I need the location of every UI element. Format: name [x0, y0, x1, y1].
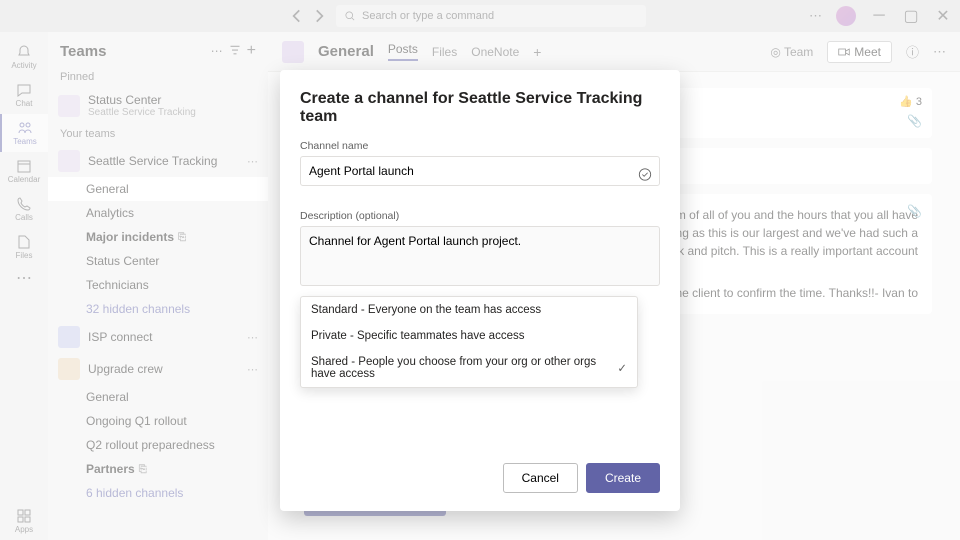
- check-icon: [638, 168, 652, 187]
- channel-type-dropdown: Standard - Everyone on the team has acce…: [300, 296, 638, 388]
- name-label: Channel name: [300, 140, 660, 152]
- description-input[interactable]: [300, 226, 660, 286]
- check-icon: ✓: [617, 361, 627, 375]
- cancel-button[interactable]: Cancel: [503, 463, 578, 493]
- channel-name-input[interactable]: [300, 156, 660, 186]
- create-button[interactable]: Create: [586, 463, 660, 493]
- desc-label: Description (optional): [300, 210, 660, 222]
- option-shared[interactable]: Shared - People you choose from your org…: [301, 349, 637, 387]
- create-channel-modal: Create a channel for Seattle Service Tra…: [280, 70, 680, 511]
- modal-title: Create a channel for Seattle Service Tra…: [300, 90, 660, 126]
- option-private[interactable]: Private - Specific teammates have access: [301, 323, 637, 349]
- option-standard[interactable]: Standard - Everyone on the team has acce…: [301, 297, 637, 323]
